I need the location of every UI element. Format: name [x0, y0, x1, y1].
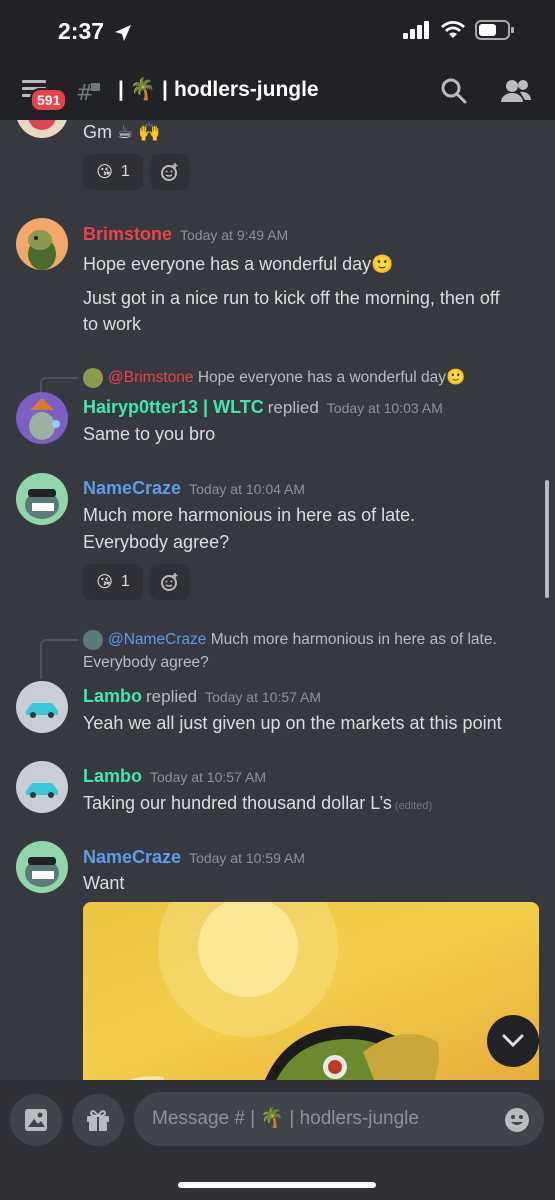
channel-name: hodlers-jungle: [173, 78, 319, 101]
timestamp: Today at 10:57 AM: [205, 689, 322, 705]
timestamp: Today at 10:03 AM: [326, 400, 443, 416]
message-list[interactable]: Gm ☕ 🙌 😘 1 Brimstone Today at 9:49 AM Hop…: [0, 120, 555, 1080]
message-text: Same to you bro: [83, 424, 216, 444]
author-name[interactable]: NameCraze: [83, 847, 181, 867]
unread-badge: 591: [30, 88, 68, 112]
message-text: Hope everyone has a wonderful day🙂: [83, 254, 394, 274]
attach-image-button[interactable]: [10, 1094, 62, 1146]
message-header: Lambo Today at 10:57 AM: [83, 766, 266, 787]
battery-icon: [475, 20, 514, 40]
add-reaction-icon: [161, 573, 178, 591]
home-indicator: [178, 1182, 376, 1188]
reply-text: Much more harmonious in here as of late.: [210, 631, 497, 648]
wifi-icon: [441, 21, 465, 38]
reply-mention: @NameCraze: [108, 631, 207, 648]
message-header: Lambo replied Today at 10:57 AM: [83, 686, 321, 707]
reply-avatar: [83, 629, 103, 650]
channel-title: | 🌴 | hodlers-jungle: [118, 78, 319, 102]
guild-menu-button[interactable]: 591: [22, 78, 68, 112]
reaction-button[interactable]: 😘 1: [83, 154, 143, 190]
channel-emoji: 🌴: [129, 78, 157, 101]
timestamp: Today at 10:59 AM: [189, 850, 306, 866]
timestamp: Today at 10:57 AM: [150, 769, 266, 785]
image-icon: [25, 1109, 47, 1131]
reaction-count: 1: [120, 573, 130, 590]
emoji-picker-icon[interactable]: [503, 1106, 531, 1134]
status-bar: 2:37: [0, 0, 555, 62]
message-input[interactable]: [134, 1092, 544, 1146]
author-name[interactable]: Hairyp0tter13 | WLTC: [83, 397, 264, 417]
message-text: Gm ☕ 🙌: [83, 122, 161, 142]
status-time: 2:37: [58, 18, 105, 44]
message-text: Just got in a nice run to kick off the m…: [83, 288, 500, 308]
message-text: Yeah we all just given up on the markets…: [83, 713, 502, 733]
timestamp: Today at 10:04 AM: [189, 481, 306, 497]
avatar-namecraze[interactable]: [16, 841, 68, 893]
channel-suffix: |: [162, 78, 168, 101]
members-icon[interactable]: [500, 78, 532, 104]
message-image-attachment[interactable]: [83, 902, 539, 1080]
avatar-brimstone[interactable]: [16, 218, 68, 270]
reaction-emoji: 😘: [96, 574, 113, 591]
reply-text-line2: Everybody agree?: [83, 654, 209, 671]
reply-connector: [40, 639, 78, 679]
reply-preview[interactable]: @NameCraze Much more harmonious in here …: [83, 628, 543, 674]
scrollbar-thumb[interactable]: [545, 480, 549, 598]
edited-label: (edited): [394, 800, 433, 812]
add-reaction-icon: [161, 163, 178, 181]
message-header: Brimstone Today at 9:49 AM: [83, 224, 288, 245]
timestamp: Today at 9:49 AM: [180, 227, 289, 243]
gift-button[interactable]: [72, 1094, 124, 1146]
author-name[interactable]: Lambo: [83, 766, 142, 786]
message-header: Hairyp0tter13 | WLTC replied Today at 10:0…: [83, 397, 443, 418]
replied-label: replied: [146, 687, 198, 706]
reply-avatar: [83, 367, 103, 388]
location-arrow-icon: [115, 25, 131, 41]
reaction-button[interactable]: 😘 1: [83, 564, 143, 600]
message-text: to work: [83, 314, 142, 334]
reply-text: Hope everyone has a wonderful day🙂: [197, 369, 466, 386]
avatar-lambo[interactable]: [16, 761, 68, 813]
avatar-hairyp0tter13[interactable]: [16, 392, 68, 444]
reaction-emoji: 😘: [96, 164, 113, 181]
message-body: Taking our hundred thousand dollar L’s: [83, 793, 392, 813]
reply-mention: @Brimstone: [108, 369, 194, 386]
gift-icon: [87, 1110, 109, 1131]
message-text: Much more harmonious in here as of late.: [83, 505, 416, 525]
chevron-down-icon: [502, 1034, 524, 1048]
author-name[interactable]: Brimstone: [83, 224, 172, 244]
channel-hash-lock-icon: #: [76, 81, 100, 104]
avatar-namecraze[interactable]: [16, 473, 68, 525]
avatar-lambo[interactable]: [16, 681, 68, 733]
add-reaction-button[interactable]: [150, 154, 190, 190]
reaction-count: 1: [120, 163, 130, 180]
author-name[interactable]: NameCraze: [83, 478, 181, 498]
avatar[interactable]: [16, 120, 68, 138]
cellular-signal-icon: [403, 21, 429, 39]
reply-preview[interactable]: @Brimstone Hope everyone has a wonderful…: [83, 366, 465, 389]
jump-to-present-button[interactable]: [487, 1015, 539, 1067]
message-header: NameCraze Today at 10:59 AM: [83, 847, 305, 868]
channel-prefix: |: [118, 78, 124, 101]
add-reaction-button[interactable]: [150, 564, 190, 600]
replied-label: replied: [267, 398, 319, 417]
message-header: NameCraze Today at 10:04 AM: [83, 478, 305, 499]
message-text: Everybody agree?: [83, 532, 230, 552]
author-name[interactable]: Lambo: [83, 686, 142, 706]
message-text: Taking our hundred thousand dollar L’s (e…: [83, 791, 432, 819]
search-icon[interactable]: [441, 78, 467, 104]
message-text: Want: [83, 873, 125, 893]
